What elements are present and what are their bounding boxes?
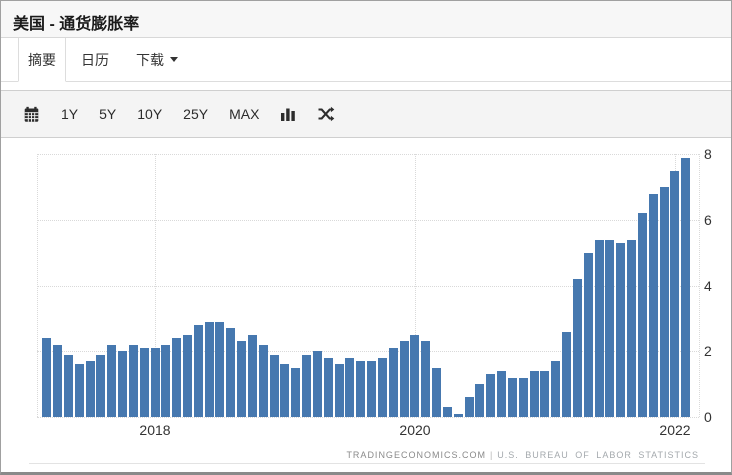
shuffle-icon[interactable] bbox=[317, 106, 335, 122]
inflation-widget-window: 美国 - 通货膨胀率 摘要 日历 下载 1Y 5Y 10Y 25Y MAX 0 … bbox=[0, 0, 732, 475]
bar[interactable] bbox=[75, 364, 84, 417]
range-button-10y[interactable]: 10Y bbox=[137, 106, 162, 122]
bar[interactable] bbox=[226, 328, 235, 417]
gridline-y-8 bbox=[37, 154, 699, 155]
range-button-1y[interactable]: 1Y bbox=[61, 106, 78, 122]
bar[interactable] bbox=[530, 371, 539, 417]
chart-toolbar: 1Y 5Y 10Y 25Y MAX bbox=[1, 90, 731, 138]
bar[interactable] bbox=[605, 240, 614, 417]
bar[interactable] bbox=[237, 341, 246, 417]
bar[interactable] bbox=[497, 371, 506, 417]
chart-attribution: TRADINGECONOMICS.COM | U.S. BUREAU OF LABO… bbox=[346, 450, 699, 460]
tab-download-label: 下载 bbox=[136, 51, 164, 68]
bar[interactable] bbox=[335, 364, 344, 417]
bar[interactable] bbox=[616, 243, 625, 417]
bar[interactable] bbox=[562, 332, 571, 417]
bar[interactable] bbox=[638, 213, 647, 417]
plot-border-right bbox=[699, 154, 700, 417]
tab-calendar[interactable]: 日历 bbox=[69, 38, 121, 81]
bar[interactable] bbox=[356, 361, 365, 417]
bar[interactable] bbox=[86, 361, 95, 417]
bar[interactable] bbox=[259, 345, 268, 417]
title-bar: 美国 - 通货膨胀率 bbox=[1, 1, 731, 38]
attribution-provider: U.S. BUREAU OF LABOR STATISTICS bbox=[497, 450, 699, 460]
bar[interactable] bbox=[670, 171, 679, 417]
bar[interactable] bbox=[161, 345, 170, 417]
inflation-bar-chart: 0 2 4 6 8 2018 2020 2022 bbox=[1, 138, 731, 472]
bar[interactable] bbox=[42, 338, 51, 417]
bar[interactable] bbox=[96, 355, 105, 417]
bar[interactable] bbox=[140, 348, 149, 417]
plot-border-left bbox=[37, 154, 38, 417]
bar[interactable] bbox=[649, 194, 658, 417]
calendar-icon[interactable] bbox=[23, 106, 40, 123]
gridline-y-0 bbox=[37, 417, 699, 418]
bar[interactable] bbox=[465, 397, 474, 417]
bar-chart-icon[interactable] bbox=[280, 106, 296, 122]
bar[interactable] bbox=[540, 371, 549, 417]
bar[interactable] bbox=[660, 187, 669, 417]
bar[interactable] bbox=[389, 348, 398, 417]
bar[interactable] bbox=[313, 351, 322, 417]
bar[interactable] bbox=[400, 341, 409, 417]
x-axis-tick-label: 2020 bbox=[399, 422, 431, 438]
y-axis-tick-label: 4 bbox=[704, 278, 712, 294]
range-button-max[interactable]: MAX bbox=[229, 106, 259, 122]
bar[interactable] bbox=[53, 345, 62, 417]
bar[interactable] bbox=[248, 335, 257, 417]
bar[interactable] bbox=[454, 414, 463, 417]
tab-download[interactable]: 下载 bbox=[124, 38, 190, 81]
y-axis-tick-label: 0 bbox=[704, 409, 712, 425]
chart-bottom-divider bbox=[29, 463, 705, 464]
bar[interactable] bbox=[280, 364, 289, 417]
bar[interactable] bbox=[194, 325, 203, 417]
y-axis-tick-label: 8 bbox=[704, 146, 712, 162]
bar[interactable] bbox=[378, 358, 387, 417]
bar[interactable] bbox=[291, 368, 300, 417]
bar[interactable] bbox=[324, 358, 333, 417]
y-axis-tick-label: 6 bbox=[704, 212, 712, 228]
attribution-source: TRADINGECONOMICS.COM bbox=[346, 450, 486, 460]
x-axis-tick-label: 2022 bbox=[659, 422, 691, 438]
bar[interactable] bbox=[129, 345, 138, 417]
tab-bar: 摘要 日历 下载 bbox=[1, 38, 731, 82]
bar[interactable] bbox=[172, 338, 181, 417]
tab-calendar-label: 日历 bbox=[81, 51, 109, 68]
bar[interactable] bbox=[345, 358, 354, 417]
bar[interactable] bbox=[627, 240, 636, 417]
bar[interactable] bbox=[183, 335, 192, 417]
bar[interactable] bbox=[118, 351, 127, 417]
bar[interactable] bbox=[443, 407, 452, 417]
bar[interactable] bbox=[551, 361, 560, 417]
bar[interactable] bbox=[573, 279, 582, 417]
bar[interactable] bbox=[519, 378, 528, 417]
bar[interactable] bbox=[595, 240, 604, 417]
bar[interactable] bbox=[508, 378, 517, 417]
bar[interactable] bbox=[64, 355, 73, 417]
bar[interactable] bbox=[367, 361, 376, 417]
bar[interactable] bbox=[584, 253, 593, 417]
bar[interactable] bbox=[302, 355, 311, 417]
bar[interactable] bbox=[270, 355, 279, 417]
range-button-25y[interactable]: 25Y bbox=[183, 106, 208, 122]
bar[interactable] bbox=[215, 322, 224, 417]
bar[interactable] bbox=[410, 335, 419, 417]
caret-down-icon bbox=[170, 57, 178, 62]
gridline-y-6 bbox=[37, 220, 699, 221]
y-axis-tick-label: 2 bbox=[704, 343, 712, 359]
bar[interactable] bbox=[681, 158, 690, 417]
bar[interactable] bbox=[432, 368, 441, 417]
range-button-5y[interactable]: 5Y bbox=[99, 106, 116, 122]
bar[interactable] bbox=[421, 341, 430, 417]
bar[interactable] bbox=[475, 384, 484, 417]
page-title: 美国 - 通货膨胀率 bbox=[13, 16, 140, 33]
bar[interactable] bbox=[151, 348, 160, 417]
bar[interactable] bbox=[486, 374, 495, 417]
tab-summary-label: 摘要 bbox=[28, 51, 56, 68]
x-axis-tick-label: 2018 bbox=[139, 422, 171, 438]
tab-summary[interactable]: 摘要 bbox=[18, 38, 66, 82]
attribution-separator: | bbox=[489, 450, 494, 460]
bar[interactable] bbox=[205, 322, 214, 417]
bar[interactable] bbox=[107, 345, 116, 417]
